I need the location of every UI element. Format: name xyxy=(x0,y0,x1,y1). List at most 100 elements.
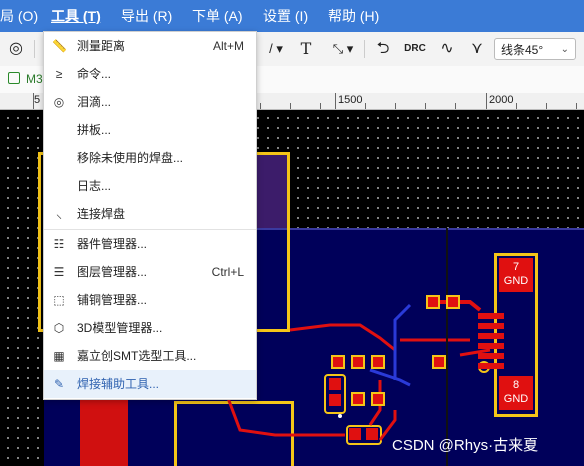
smd-pad xyxy=(366,428,378,440)
watermark: CSDN @Rhys·古来夏 xyxy=(392,437,539,454)
ruler-tick xyxy=(320,103,321,109)
menu-item-component-manager[interactable]: ☷ 器件管理器... xyxy=(44,230,256,258)
smd-pad xyxy=(432,355,446,369)
menu-item-layer-manager[interactable]: ☰ 图层管理器... Ctrl+L xyxy=(44,258,256,286)
menu-tools[interactable]: 工具 (T) xyxy=(51,0,101,32)
ruler-icon: 📏 xyxy=(52,39,67,53)
component-manager-icon: ☷ xyxy=(53,237,65,251)
menu-item-shortcut: Alt+M xyxy=(212,39,244,53)
connect-pads-icon: ⸜ xyxy=(55,207,62,221)
copper-pour-icon: ⬚ xyxy=(53,293,65,307)
menu-item-label: 拼板... xyxy=(77,123,112,137)
menu-item-soldering-helper[interactable]: ✎ 焊接辅助工具... xyxy=(44,370,256,398)
menu-help[interactable]: 帮助 (H) xyxy=(328,0,379,32)
smd-pad xyxy=(351,392,365,406)
pcb-icon xyxy=(8,72,20,84)
menu-item-label: 连接焊盘 xyxy=(77,207,126,221)
menu-item-panelize[interactable]: 拼板... xyxy=(44,116,256,144)
line-tool-icon[interactable]: / ▾ xyxy=(262,37,290,61)
ruler-tick xyxy=(546,103,547,109)
connect-icon[interactable]: ∿ xyxy=(436,37,458,61)
pad-number: 7 xyxy=(512,261,520,273)
smd-pad xyxy=(371,392,385,406)
menu-item-log[interactable]: 日志... xyxy=(44,172,256,200)
smd-pad xyxy=(426,295,440,309)
menu-item-label: 日志... xyxy=(77,179,112,193)
layer-manager-icon: ☰ xyxy=(53,265,65,279)
smd-pad xyxy=(478,313,504,319)
ruler-tick xyxy=(365,103,366,109)
menu-item-label: 3D模型管理器... xyxy=(77,321,163,335)
menu-item-label: 器件管理器... xyxy=(77,237,148,251)
ruler-tick xyxy=(260,103,261,109)
menu-bar: 局 (O) 工具 (T) 导出 (R) 下单 (A) 设置 (I) 帮助 (H) xyxy=(0,0,584,32)
ruler-label: 1500 xyxy=(338,94,363,106)
target-icon[interactable]: ◎ xyxy=(6,37,26,61)
menu-item-copper-pour-manager[interactable]: ⬚ 铺铜管理器... xyxy=(44,286,256,314)
routing-mode-value: 线条45° xyxy=(501,43,544,57)
menu-layout[interactable]: 局 (O) xyxy=(0,0,38,32)
menu-item-label: 测量距离 xyxy=(77,39,126,53)
gnd-pad: 7 GND xyxy=(499,258,533,292)
dimension-tool-icon[interactable]: ⤡ ▾ xyxy=(328,37,358,61)
ruler-label: 5 xyxy=(34,94,41,106)
ruler-tick xyxy=(290,103,291,109)
pad-number: 8 xyxy=(512,379,520,391)
tab-pcb-document[interactable]: M3 xyxy=(4,69,49,89)
smd-pad xyxy=(478,353,504,359)
tools-dropdown-menu: 📏 测量距离 Alt+M ≥ 命令... ◎ 泪滴... 拼板... 移除未使用… xyxy=(43,31,257,400)
routing-mode-select[interactable]: 线条45° ⌄ xyxy=(494,38,576,60)
ruler-tick xyxy=(455,103,456,109)
smd-pad xyxy=(478,333,504,339)
smd-pad xyxy=(329,394,341,406)
drc-button[interactable]: DRC xyxy=(402,37,428,61)
menu-item-3d-model-manager[interactable]: ⬡ 3D模型管理器... xyxy=(44,314,256,342)
pad-net-label: GND xyxy=(503,393,529,405)
menu-item-label: 泪滴... xyxy=(77,95,112,109)
teardrop-icon: ◎ xyxy=(53,95,65,109)
smd-pad xyxy=(478,343,504,349)
smd-pad xyxy=(351,355,365,369)
soldering-helper-icon: ✎ xyxy=(53,377,65,391)
ruler-tick xyxy=(335,93,336,109)
ruler-tick xyxy=(33,93,34,109)
pad-net-label: GND xyxy=(503,275,529,287)
smd-pad xyxy=(478,323,504,329)
3d-model-icon: ⬡ xyxy=(53,321,65,335)
text-tool-icon[interactable]: T xyxy=(296,37,316,61)
menu-item-smt-selection-tool[interactable]: ▦ 嘉立创SMT选型工具... xyxy=(44,342,256,370)
smt-selection-icon: ▦ xyxy=(53,349,65,363)
smd-pad xyxy=(329,378,341,390)
tab-label: M3 xyxy=(26,72,43,86)
menu-item-label: 命令... xyxy=(77,67,112,81)
menu-item-measure-distance[interactable]: 📏 测量距离 Alt+M xyxy=(44,32,256,60)
menu-item-connect-pads[interactable]: ⸜ 连接焊盘 xyxy=(44,200,256,228)
toolbar-separator xyxy=(34,40,35,58)
smd-pad xyxy=(349,428,361,440)
ruler-tick xyxy=(576,103,577,109)
ruler-label: 2000 xyxy=(489,94,514,106)
ruler-tick xyxy=(425,103,426,109)
route-icon[interactable]: ⮌ xyxy=(372,37,394,61)
smd-pad xyxy=(371,355,385,369)
menu-item-command[interactable]: ≥ 命令... xyxy=(44,60,256,88)
menu-item-label: 焊接辅助工具... xyxy=(77,377,160,391)
branch-route-icon[interactable]: ⋎ xyxy=(466,37,488,61)
toolbar-separator xyxy=(364,40,365,58)
menu-item-remove-unused-pads[interactable]: 移除未使用的焊盘... xyxy=(44,144,256,172)
smd-pad xyxy=(446,295,460,309)
menu-item-label: 移除未使用的焊盘... xyxy=(77,151,184,165)
chevron-down-icon: ⌄ xyxy=(560,44,569,55)
gnd-pad: 8 GND xyxy=(499,376,533,410)
ruler-tick xyxy=(516,103,517,109)
menu-settings[interactable]: 设置 (I) xyxy=(263,0,308,32)
menu-item-teardrop[interactable]: ◎ 泪滴... xyxy=(44,88,256,116)
menu-item-label: 图层管理器... xyxy=(77,265,148,279)
smd-pad xyxy=(478,363,504,369)
menu-export[interactable]: 导出 (R) xyxy=(121,0,172,32)
command-icon: ≥ xyxy=(55,67,63,81)
menu-order[interactable]: 下单 (A) xyxy=(192,0,243,32)
menu-item-label: 嘉立创SMT选型工具... xyxy=(77,349,197,363)
menu-item-shortcut: Ctrl+L xyxy=(211,265,244,279)
ruler-tick xyxy=(395,103,396,109)
